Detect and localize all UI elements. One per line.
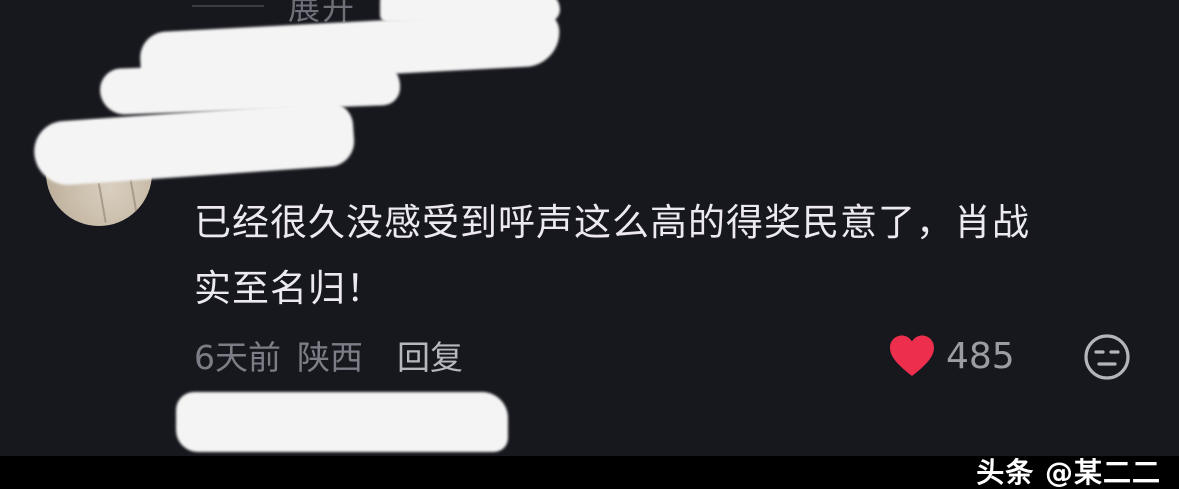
emoji-icon[interactable] [1082,332,1132,382]
comment-screen: 展开 已经很久没感受到呼声这么高的得奖民意了，肖战 实至名归！ 6天前 陕西 回… [0,0,1179,456]
reply-button[interactable]: 回复 [397,331,463,379]
heart-icon [888,334,936,378]
like-count: 485 [946,335,1015,377]
comment-location: 陕西 [297,338,363,377]
comment-meta: 6天前 陕西 回复 [194,332,463,378]
comment-text-line: 实至名归！ [194,267,384,310]
expand-divider [192,5,264,7]
redaction-scribble [32,100,356,188]
watermark-text: 头条 @某二二 [976,456,1161,489]
comment-time: 6天前 [194,338,281,377]
comment-body: 已经很久没感受到呼声这么高的得奖民意了，肖战 实至名归！ [194,190,1134,322]
like-button[interactable]: 485 [888,332,1015,380]
redaction-scribble [99,58,401,116]
watermark-bar: 头条 @某二二 [0,456,1179,489]
redaction-scribble [176,392,508,452]
comment-text-line: 已经很久没感受到呼声这么高的得奖民意了，肖战 [194,201,1030,244]
